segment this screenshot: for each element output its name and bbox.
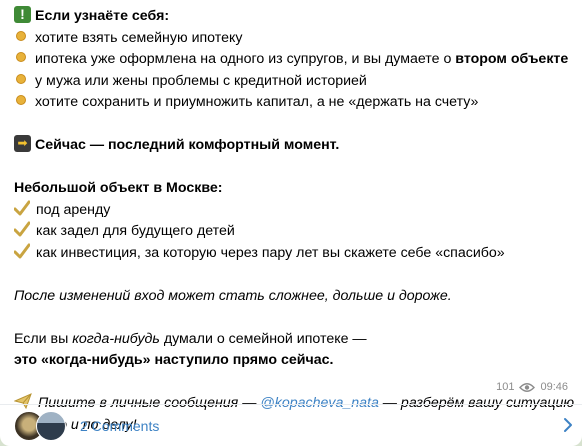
check-icon: [14, 200, 30, 215]
check-text: как задел для будущего детей: [36, 223, 235, 239]
arrow-right-icon: [14, 135, 31, 152]
chevron-right-icon: [564, 418, 572, 432]
bullet-dot-icon: [16, 30, 26, 41]
intro-line: Если узнаёте себя:: [14, 5, 576, 28]
list-item: хотите сохранить и приумножить капитал, …: [14, 92, 576, 114]
bullet-text: хотите взять семейную ипотеку: [35, 29, 243, 46]
bullet-dot-icon: [16, 95, 26, 105]
bullet-text: ипотека уже оформлена на одного из супру…: [35, 51, 456, 67]
commenter-avatars: [14, 410, 74, 441]
list-item: под аренду: [14, 200, 576, 222]
if-text-c: думали о семейной ипотеке —: [159, 330, 367, 347]
now-text: Сейчас — последний комфортный момент.: [35, 137, 340, 153]
list-item: ипотека уже оформлена на одного из супру…: [14, 49, 576, 71]
if-text-a: Если вы: [14, 330, 73, 347]
check-icon: [14, 243, 30, 258]
avatar: [36, 410, 66, 441]
list-item: у мужа или жены проблемы с кредитной ист…: [14, 71, 576, 93]
eye-icon: [519, 382, 536, 392]
bold-line-text: это «когда-нибудь» наступило прямо сейча…: [14, 352, 334, 368]
italic-note: После изменений вход может стать сложнее…: [14, 286, 576, 308]
if-text-italic: когда-нибудь: [72, 330, 160, 347]
bullet-dot-icon: [16, 52, 26, 62]
check-text: как инвестиция, за которую через пару ле…: [36, 244, 505, 261]
list-item: хотите взять семейную ипотеку: [14, 28, 576, 50]
bullet-bold-text: втором объекте: [455, 51, 569, 67]
small-object-heading: Небольшой объект в Москве:: [14, 178, 576, 200]
post-meta: 101 09:46: [496, 381, 568, 393]
check-text: под аренду: [36, 201, 111, 218]
list-item: как задел для будущего детей: [14, 221, 576, 243]
comments-label: 2 Comments: [80, 417, 160, 434]
check-icon: [14, 221, 30, 237]
intro-heading: Если узнаёте себя:: [35, 8, 170, 24]
small-object-text: Небольшой объект в Москве:: [14, 180, 223, 196]
list-item: как инвестиция, за которую через пару ле…: [14, 243, 576, 265]
view-count: 101: [496, 381, 515, 393]
post-time: 09:46: [540, 381, 568, 393]
if-line: Если вы когда-нибудь думали о семейной и…: [14, 329, 576, 351]
exclamation-icon: [14, 5, 31, 23]
bullet-text: хотите сохранить и приумножить капитал, …: [35, 94, 479, 110]
bullet-text: у мужа или жены проблемы с кредитной ист…: [35, 72, 367, 89]
bullet-dot-icon: [16, 73, 26, 84]
channel-post-bubble: Если узнаёте себя: хотите взять семейную…: [0, 0, 582, 446]
italic-note-text: После изменений вход может стать сложнее…: [14, 287, 452, 304]
bold-line: это «когда-нибудь» наступило прямо сейча…: [14, 350, 576, 372]
comments-button[interactable]: 2 Comments: [0, 405, 582, 446]
post-text: Если узнаёте себя: хотите взять семейную…: [14, 5, 576, 436]
now-line: Сейчас — последний комфортный момент.: [14, 135, 576, 157]
